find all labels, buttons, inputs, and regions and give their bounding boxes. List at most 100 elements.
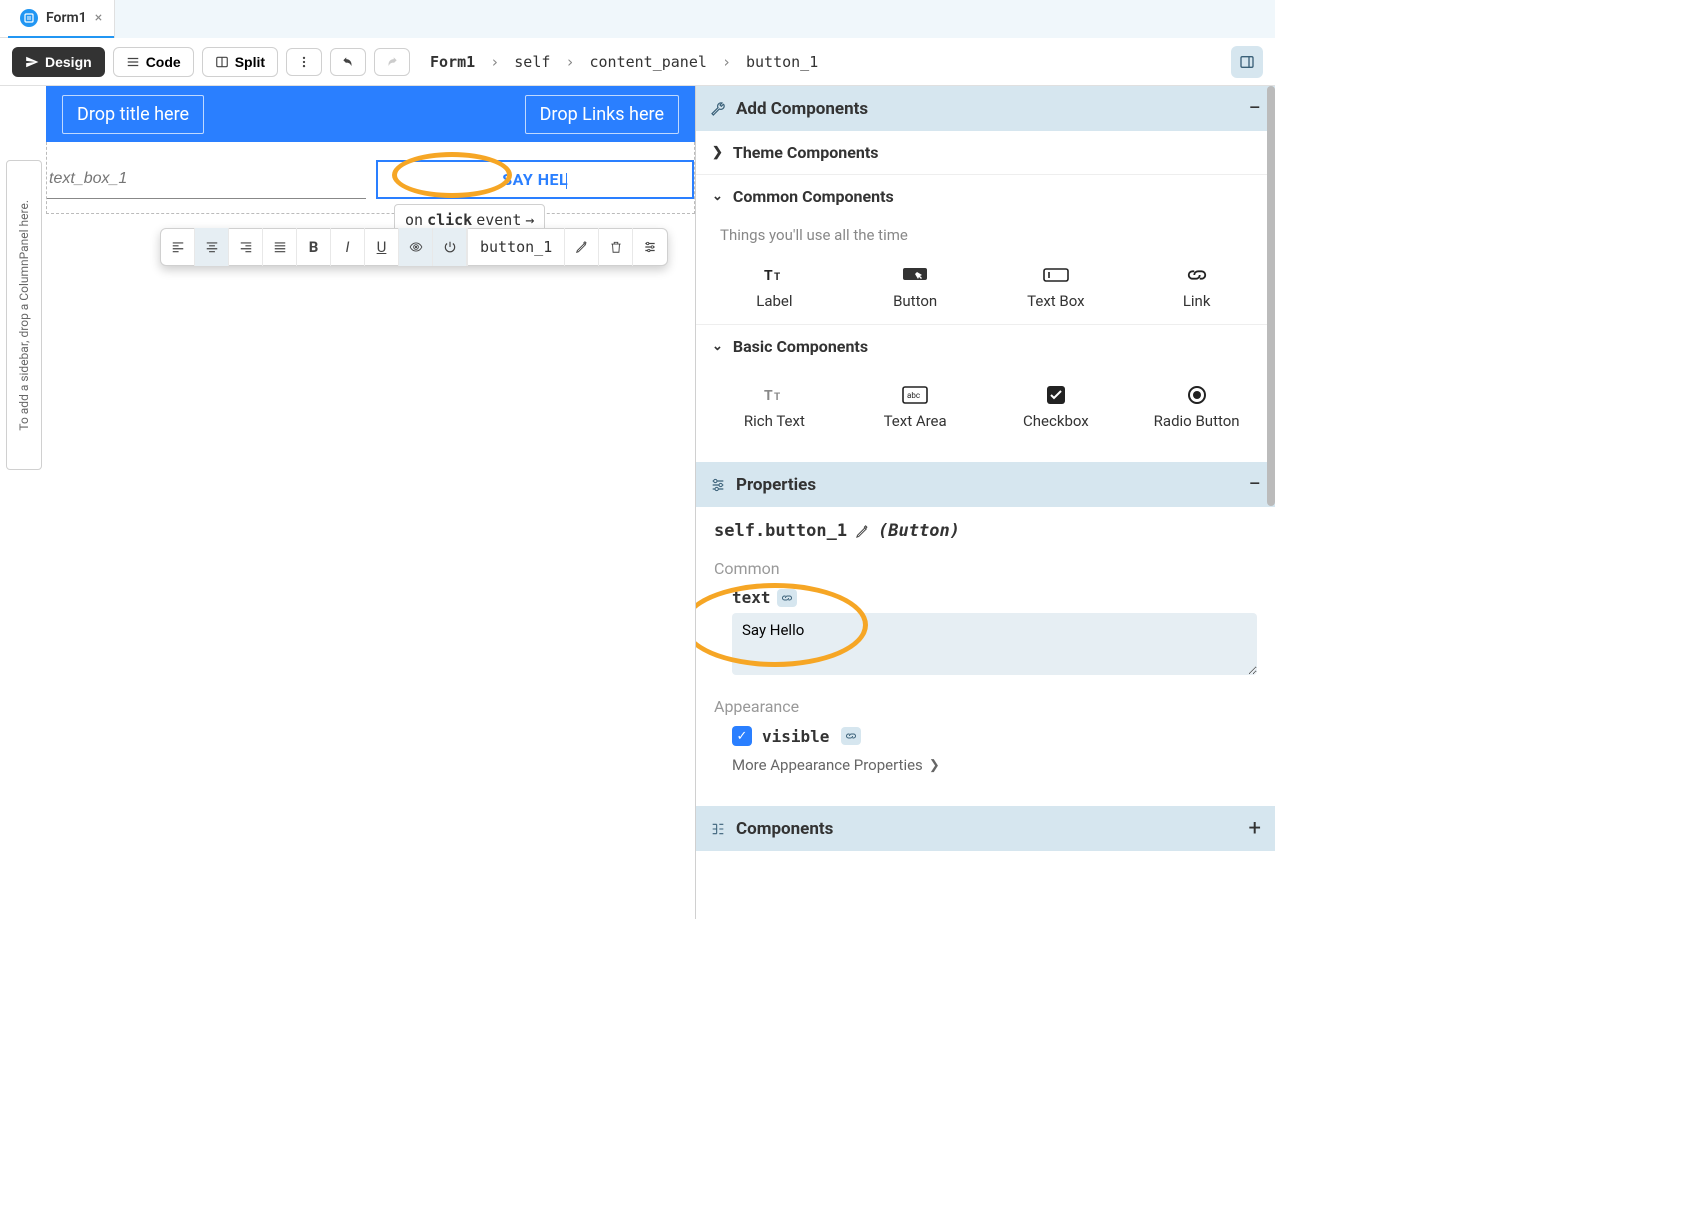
edit-button[interactable]: [565, 228, 599, 266]
property-path: self.button_1 (Button): [714, 521, 1257, 541]
settings-button[interactable]: [633, 228, 667, 266]
checkbox-icon: [986, 382, 1127, 408]
align-justify-button[interactable]: [263, 228, 297, 266]
undo-button[interactable]: [330, 48, 366, 76]
prop-visible-row: ✓ visible: [732, 726, 1257, 746]
add-components-header[interactable]: Add Components −: [696, 86, 1275, 131]
design-button[interactable]: Design: [12, 47, 105, 77]
common-desc: Things you'll use all the time: [696, 218, 1275, 248]
collapse-icon[interactable]: −: [1248, 472, 1261, 497]
paper-plane-icon: [25, 55, 39, 69]
wrench-icon: [710, 101, 726, 117]
group-appearance: Appearance: [714, 697, 1257, 716]
breadcrumb-item[interactable]: button_1: [746, 53, 818, 71]
components-header[interactable]: Components +: [696, 806, 1275, 851]
redo-button[interactable]: [374, 48, 410, 76]
breadcrumb: Form1 › self › content_panel › button_1: [430, 53, 818, 71]
align-left-button[interactable]: [161, 228, 195, 266]
design-label: Design: [45, 54, 92, 70]
panel-toggle-button[interactable]: [1231, 46, 1263, 78]
svg-text:T: T: [764, 268, 773, 284]
sidebar-drop-hint[interactable]: To add a sidebar, drop a ColumnPanel her…: [6, 160, 42, 470]
prop-text-input[interactable]: [732, 613, 1257, 675]
button-1[interactable]: SAY HEL: [376, 160, 695, 199]
scrollbar[interactable]: [1267, 86, 1275, 506]
split-icon: [215, 55, 229, 69]
sliders-icon: [710, 477, 726, 493]
svg-text:T: T: [774, 392, 780, 403]
expand-icon[interactable]: +: [1249, 816, 1261, 841]
element-name-label[interactable]: button_1: [467, 228, 565, 266]
component-label[interactable]: TT Label: [704, 262, 845, 310]
form-icon: [20, 9, 38, 27]
align-center-button[interactable]: [195, 228, 229, 266]
button-1-text: SAY HEL: [502, 170, 568, 189]
binding-icon[interactable]: [777, 589, 797, 607]
collapse-icon[interactable]: −: [1248, 96, 1261, 121]
panel-right-icon: [1239, 54, 1255, 70]
align-right-button[interactable]: [229, 228, 263, 266]
pencil-icon[interactable]: [855, 524, 870, 539]
common-components-label: Common Components: [733, 187, 894, 206]
chevron-right-icon: ❯: [712, 145, 723, 160]
button-icon: [845, 262, 986, 288]
chevron-right-icon: ❯: [929, 758, 940, 773]
prop-visible-label: visible: [762, 727, 829, 746]
breadcrumb-item[interactable]: Form1: [430, 53, 475, 71]
tab-bar: Form1 ×: [0, 0, 1275, 38]
breadcrumb-item[interactable]: self: [514, 53, 550, 71]
tab-empty-area: [114, 0, 1275, 38]
tree-icon: [710, 821, 726, 837]
binding-icon[interactable]: [841, 727, 861, 745]
dots-vertical-icon: [297, 55, 311, 69]
basic-components-row[interactable]: ⌄ Basic Components: [696, 325, 1275, 368]
redo-icon: [385, 55, 399, 69]
radio-icon: [1126, 382, 1267, 408]
prop-text-label: text: [732, 588, 771, 607]
component-textarea[interactable]: abc Text Area: [845, 382, 986, 430]
properties-header[interactable]: Properties −: [696, 462, 1275, 507]
toolbar: Design Code Split Form1 › self › content…: [0, 38, 1275, 86]
component-radio[interactable]: Radio Button: [1126, 382, 1267, 430]
close-icon[interactable]: ×: [95, 10, 102, 26]
properties-body: self.button_1 (Button) Common text Appea…: [696, 507, 1275, 788]
delete-button[interactable]: [599, 228, 633, 266]
visibility-button[interactable]: [399, 228, 433, 266]
more-appearance-link[interactable]: More Appearance Properties ❯: [732, 756, 1257, 774]
split-button[interactable]: Split: [202, 47, 278, 77]
chevron-down-icon: ⌄: [712, 339, 723, 354]
component-richtext[interactable]: TT Rich Text: [704, 382, 845, 430]
code-button[interactable]: Code: [113, 47, 194, 77]
component-link[interactable]: Link: [1126, 262, 1267, 310]
text-box-1[interactable]: [47, 160, 366, 199]
svg-text:abc: abc: [907, 391, 920, 400]
right-panel: Add Components − ❯ Theme Components ⌄ Co…: [695, 86, 1275, 919]
component-textbox[interactable]: Text Box: [986, 262, 1127, 310]
tab-form1[interactable]: Form1 ×: [8, 0, 114, 38]
link-icon: [1126, 262, 1267, 288]
power-button[interactable]: [433, 228, 467, 266]
theme-components-row[interactable]: ❯ Theme Components: [696, 131, 1275, 175]
bold-button[interactable]: B: [297, 228, 331, 266]
components-label: Components: [736, 819, 833, 839]
undo-icon: [341, 55, 355, 69]
textbox-icon: [986, 262, 1127, 288]
content-panel[interactable]: SAY HEL: [46, 142, 695, 214]
drop-title-zone[interactable]: Drop title here: [62, 95, 204, 134]
component-button[interactable]: Button: [845, 262, 986, 310]
drop-links-zone[interactable]: Drop Links here: [525, 95, 679, 134]
design-canvas[interactable]: Drop title here Drop Links here SAY HEL …: [46, 86, 695, 919]
sidebar-hint-text: To add a sidebar, drop a ColumnPanel her…: [17, 200, 31, 431]
code-label: Code: [146, 54, 181, 70]
richtext-icon: TT: [704, 382, 845, 408]
visible-checkbox[interactable]: ✓: [732, 726, 752, 746]
common-components-grid: TT Label Button Text Box Link: [696, 248, 1275, 325]
element-toolbar: B I U button_1: [160, 228, 668, 266]
more-button[interactable]: [286, 48, 322, 76]
common-components-row[interactable]: ⌄ Common Components: [696, 175, 1275, 218]
breadcrumb-item[interactable]: content_panel: [590, 53, 707, 71]
underline-button[interactable]: U: [365, 228, 399, 266]
component-checkbox[interactable]: Checkbox: [986, 382, 1127, 430]
add-components-label: Add Components: [736, 99, 868, 119]
italic-button[interactable]: I: [331, 228, 365, 266]
